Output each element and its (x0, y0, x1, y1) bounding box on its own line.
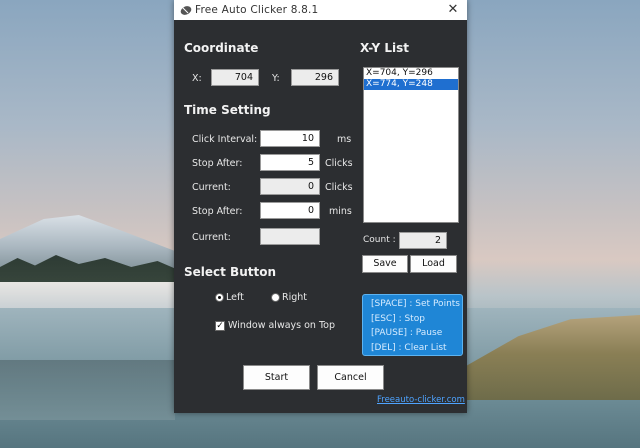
window-on-top-label[interactable]: Window always on Top (228, 320, 335, 331)
current-time-label: Current: (192, 232, 231, 243)
click-interval-input[interactable]: 10 (260, 130, 320, 147)
xy-list-item[interactable]: X=704, Y=296 (364, 68, 458, 79)
stop-after-mins-unit: mins (329, 206, 352, 217)
right-button-label[interactable]: Right (282, 292, 307, 303)
lake-reflection-scenery (0, 360, 175, 420)
cancel-button[interactable]: Cancel (317, 365, 384, 390)
x-label: X: (192, 73, 202, 84)
time-setting-heading: Time Setting (184, 103, 271, 117)
stop-after-clicks-label: Stop After: (192, 158, 243, 169)
title-bar[interactable]: Free Auto Clicker 8.8.1 ✕ (174, 0, 467, 20)
left-button-radio[interactable] (215, 293, 224, 302)
window-on-top-checkbox[interactable]: ✓ (215, 321, 225, 331)
hotkey-pause: [PAUSE] : Pause (371, 328, 443, 338)
stop-after-mins-input[interactable]: 0 (260, 202, 320, 219)
start-button[interactable]: Start (243, 365, 310, 390)
y-label: Y: (272, 73, 280, 84)
hotkey-stop: [ESC] : Stop (371, 313, 425, 324)
hotkey-set-points: [SPACE] : Set Points (371, 299, 460, 309)
snowy-shore-scenery (0, 282, 175, 310)
click-interval-unit: ms (337, 134, 352, 145)
select-button-heading: Select Button (184, 265, 277, 279)
current-clicks-label: Current: (192, 182, 231, 193)
window-title: Free Auto Clicker 8.8.1 (195, 4, 319, 16)
count-label: Count : (363, 235, 396, 245)
hotkey-clear-list: [DEL] : Clear List (371, 342, 447, 353)
current-time-field (260, 228, 320, 245)
close-icon[interactable]: ✕ (439, 0, 467, 20)
auto-clicker-window: Free Auto Clicker 8.8.1 ✕ Coordinate X: … (174, 0, 467, 413)
website-link[interactable]: Freeauto-clicker.com (377, 395, 465, 405)
stop-after-clicks-input[interactable]: 5 (260, 154, 320, 171)
hotkey-help-panel: [SPACE] : Set Points [ESC] : Stop [PAUSE… (362, 294, 463, 356)
xy-list-item-selected[interactable]: X=774, Y=248 (364, 79, 458, 90)
right-button-radio[interactable] (271, 293, 280, 302)
save-button[interactable]: Save (362, 255, 408, 273)
count-field: 2 (399, 232, 447, 249)
xy-list-heading: X-Y List (360, 41, 409, 55)
current-clicks-unit: Clicks (325, 182, 353, 193)
left-button-label[interactable]: Left (226, 292, 244, 303)
coordinate-heading: Coordinate (184, 41, 259, 55)
stop-after-clicks-unit: Clicks (325, 158, 353, 169)
click-interval-label: Click Interval: (192, 134, 258, 145)
stop-after-mins-label: Stop After: (192, 206, 243, 217)
load-button[interactable]: Load (410, 255, 457, 273)
y-coordinate-field[interactable]: 296 (291, 69, 339, 86)
x-coordinate-field[interactable]: 704 (211, 69, 259, 86)
current-clicks-field: 0 (260, 178, 320, 195)
mouse-app-icon (180, 6, 192, 15)
xy-listbox[interactable]: X=704, Y=296 X=774, Y=248 (363, 67, 459, 223)
